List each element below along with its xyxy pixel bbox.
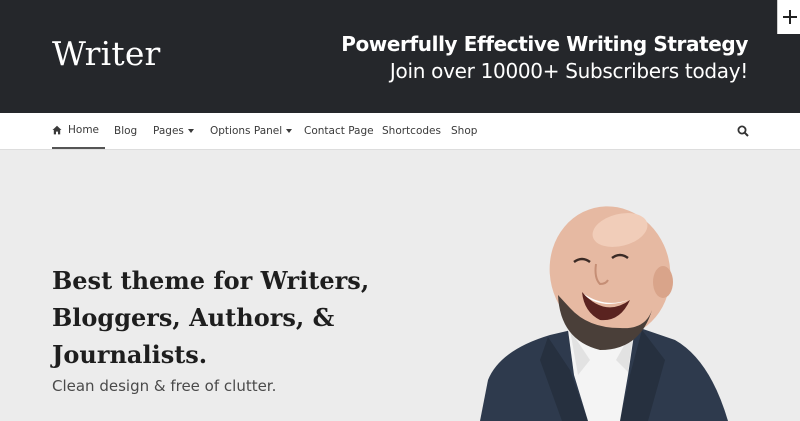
tagline-line-1: Powerfully Effective Writing Strategy xyxy=(341,32,748,56)
caret-down-icon xyxy=(187,129,194,133)
nav-item-shortcodes[interactable]: Shortcodes xyxy=(382,113,441,149)
site-logo[interactable]: Writer xyxy=(52,34,161,73)
nav-item-pages[interactable]: Pages xyxy=(153,113,194,149)
nav-item-blog[interactable]: Blog xyxy=(114,113,137,149)
hero-person-image xyxy=(480,206,728,421)
plus-icon xyxy=(782,10,797,24)
hero-subtitle: Clean design & free of clutter. xyxy=(52,377,277,395)
site-header: Writer Powerfully Effective Writing Stra… xyxy=(0,0,800,113)
expand-button[interactable] xyxy=(777,0,800,34)
nav-item-label: Options Panel xyxy=(210,125,283,137)
caret-down-icon xyxy=(286,129,293,133)
nav-item-label: Pages xyxy=(153,125,184,137)
hero-section: Best theme for Writers, Bloggers, Author… xyxy=(0,150,800,421)
main-nav: Home Blog Pages Options Panel Contact Pa… xyxy=(0,113,800,150)
search-icon[interactable] xyxy=(737,125,749,137)
nav-item-label: Shop xyxy=(451,125,478,137)
nav-item-options-panel[interactable]: Options Panel xyxy=(210,113,293,149)
tagline-line-2: Join over 10000+ Subscribers today! xyxy=(389,59,748,83)
nav-item-shop[interactable]: Shop xyxy=(451,113,477,149)
nav-item-home[interactable]: Home xyxy=(52,113,105,149)
nav-item-label: Shortcodes xyxy=(382,125,441,137)
nav-item-contact-page[interactable]: Contact Page xyxy=(304,113,374,149)
nav-item-label: Home xyxy=(68,124,100,136)
nav-item-label: Contact Page xyxy=(304,125,374,137)
home-icon xyxy=(52,125,62,135)
hero-title: Best theme for Writers, Bloggers, Author… xyxy=(52,266,370,369)
header-tagline: Powerfully Effective Writing Strategy Jo… xyxy=(341,31,748,85)
nav-item-label: Blog xyxy=(114,125,138,137)
